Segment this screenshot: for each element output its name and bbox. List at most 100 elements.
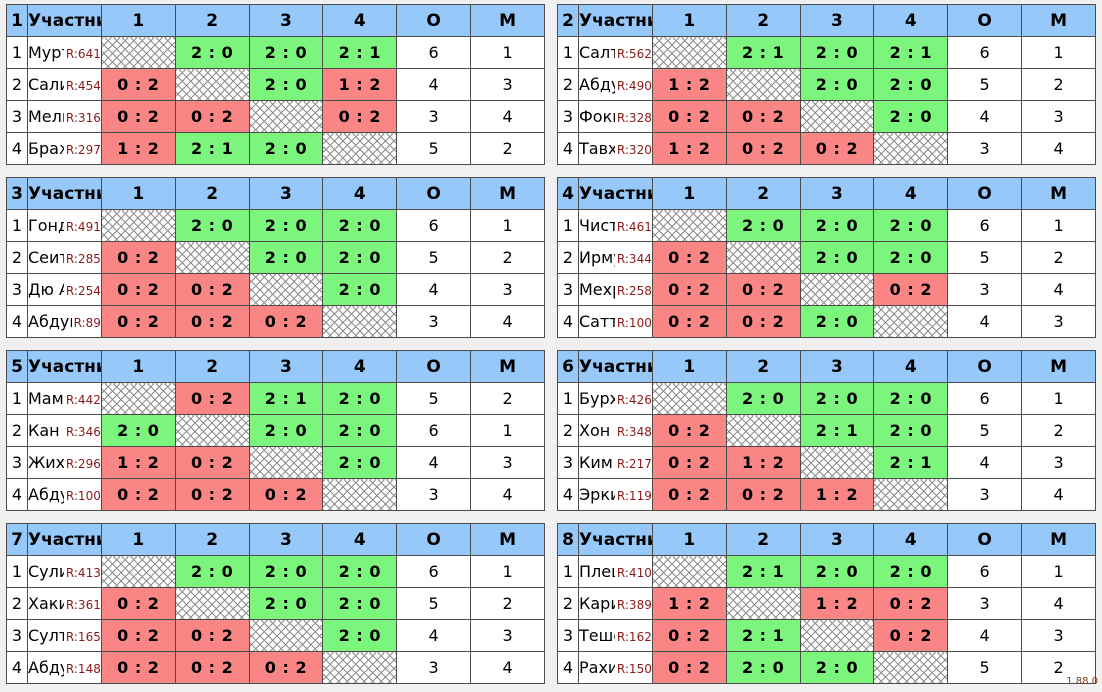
column-header-place[interactable]: М — [470, 4, 545, 37]
score-cell[interactable]: 0 : 2 — [174, 100, 250, 133]
score-cell-diagonal[interactable] — [174, 241, 250, 274]
table-row[interactable]: 1Муртаза МR:6412 : 02 : 02 : 161 — [6, 36, 545, 69]
table-row[interactable]: 2Ирмухамедов АR:3440 : 22 : 02 : 052 — [557, 241, 1096, 274]
score-cell[interactable]: 0 : 2 — [174, 478, 250, 511]
table-row[interactable]: 3Ким ВR:2170 : 21 : 22 : 143 — [557, 446, 1096, 479]
score-cell[interactable]: 2 : 0 — [873, 241, 949, 274]
participant-cell[interactable]: Плещаков ИR:410 — [578, 555, 653, 588]
column-header-participant[interactable]: Участник — [578, 350, 653, 383]
participant-cell[interactable]: Бурханов ТR:426 — [578, 382, 653, 415]
column-header-opponent-3[interactable]: 3 — [248, 523, 324, 556]
participant-cell[interactable]: Абдуллаев ТR:148 — [27, 651, 102, 684]
column-header-opponent-2[interactable]: 2 — [174, 350, 250, 383]
score-cell[interactable]: 2 : 0 — [799, 241, 875, 274]
score-cell[interactable]: 0 : 2 — [248, 651, 324, 684]
score-cell[interactable]: 2 : 0 — [799, 555, 875, 588]
column-header-opponent-4[interactable]: 4 — [322, 4, 398, 37]
participant-cell[interactable]: Жихарцев АR:296 — [27, 446, 102, 479]
table-row[interactable]: 1Салтыков ВR:5622 : 12 : 02 : 161 — [557, 36, 1096, 69]
score-cell[interactable]: 0 : 2 — [651, 478, 727, 511]
column-header-opponent-2[interactable]: 2 — [174, 523, 250, 556]
table-row[interactable]: 4Абдукаримов ЭR:890 : 20 : 20 : 234 — [6, 305, 545, 338]
score-cell[interactable]: 2 : 0 — [174, 36, 250, 69]
participant-cell[interactable]: Мамасадыков АR:442 — [27, 382, 102, 415]
score-cell[interactable]: 0 : 2 — [873, 619, 949, 652]
score-cell[interactable]: 2 : 0 — [322, 382, 398, 415]
score-cell[interactable]: 2 : 1 — [725, 619, 801, 652]
score-cell[interactable]: 0 : 2 — [100, 273, 176, 306]
participant-cell[interactable]: Ким ВR:217 — [578, 446, 653, 479]
table-row[interactable]: 4Абдуллаев ТR:1480 : 20 : 20 : 234 — [6, 651, 545, 684]
score-cell[interactable]: 0 : 2 — [651, 619, 727, 652]
score-cell[interactable]: 0 : 2 — [651, 273, 727, 306]
score-cell-diagonal[interactable] — [248, 273, 324, 306]
score-cell-diagonal[interactable] — [322, 478, 398, 511]
score-cell-diagonal[interactable] — [651, 36, 727, 69]
score-cell[interactable]: 2 : 0 — [248, 587, 324, 620]
table-row[interactable]: 1Бурханов ТR:4262 : 02 : 02 : 061 — [557, 382, 1096, 415]
score-cell[interactable]: 2 : 0 — [322, 587, 398, 620]
column-header-opponent-2[interactable]: 2 — [725, 350, 801, 383]
score-cell-diagonal[interactable] — [248, 100, 324, 133]
participant-cell[interactable]: Каримов ШR:389 — [578, 587, 653, 620]
column-header-place[interactable]: М — [1021, 4, 1096, 37]
table-row[interactable]: 2Сеитвили ХR:2850 : 22 : 02 : 052 — [6, 241, 545, 274]
table-row[interactable]: 2Хон ВR:3480 : 22 : 12 : 052 — [557, 414, 1096, 447]
participant-cell[interactable]: Абдукаримов ЭR:89 — [27, 305, 102, 338]
score-cell[interactable]: 2 : 0 — [799, 305, 875, 338]
participant-cell[interactable]: Чистяков АR:461 — [578, 209, 653, 242]
score-cell[interactable]: 2 : 1 — [725, 555, 801, 588]
participant-cell[interactable]: Бражников ВR:297 — [27, 132, 102, 165]
score-cell[interactable]: 0 : 2 — [100, 651, 176, 684]
score-cell-diagonal[interactable] — [725, 68, 801, 101]
participant-cell[interactable]: Эркинов СR:119 — [578, 478, 653, 511]
score-cell[interactable]: 0 : 2 — [873, 587, 949, 620]
column-header-participant[interactable]: Участник — [578, 177, 653, 210]
score-cell[interactable]: 0 : 2 — [174, 305, 250, 338]
table-row[interactable]: 2Абдувахидов ШR:4901 : 22 : 02 : 052 — [557, 68, 1096, 101]
participant-cell[interactable]: Сатторов НR:100 — [578, 305, 653, 338]
participant-cell[interactable]: Гондаренко ВR:491 — [27, 209, 102, 242]
score-cell[interactable]: 0 : 2 — [174, 273, 250, 306]
score-cell-diagonal[interactable] — [873, 478, 949, 511]
column-header-opponent-1[interactable]: 1 — [651, 523, 727, 556]
column-header-opponent-1[interactable]: 1 — [100, 350, 176, 383]
score-cell[interactable]: 0 : 2 — [651, 305, 727, 338]
participant-cell[interactable]: Фокин ИR:328 — [578, 100, 653, 133]
participant-cell[interactable]: Сеитвили ХR:285 — [27, 241, 102, 274]
score-cell[interactable]: 0 : 2 — [100, 619, 176, 652]
table-row[interactable]: 1Чистяков АR:4612 : 02 : 02 : 061 — [557, 209, 1096, 242]
column-header-participant[interactable]: Участник — [27, 523, 102, 556]
column-header-participant[interactable]: Участник — [27, 177, 102, 210]
column-header-opponent-2[interactable]: 2 — [725, 523, 801, 556]
score-cell[interactable]: 0 : 2 — [174, 619, 250, 652]
score-cell[interactable]: 2 : 0 — [248, 555, 324, 588]
column-header-opponent-3[interactable]: 3 — [799, 350, 875, 383]
score-cell[interactable]: 2 : 0 — [322, 619, 398, 652]
table-row[interactable]: 3Мехриддинов ДR:2580 : 20 : 20 : 234 — [557, 273, 1096, 306]
score-cell[interactable]: 1 : 2 — [322, 68, 398, 101]
column-header-opponent-4[interactable]: 4 — [873, 177, 949, 210]
score-cell[interactable]: 0 : 2 — [100, 241, 176, 274]
score-cell[interactable]: 1 : 2 — [100, 446, 176, 479]
participant-cell[interactable]: Абдуллаев ШR:100 — [27, 478, 102, 511]
column-header-points[interactable]: О — [947, 4, 1023, 37]
participant-cell[interactable]: Дю АR:254 — [27, 273, 102, 306]
score-cell[interactable]: 2 : 0 — [873, 382, 949, 415]
score-cell[interactable]: 2 : 0 — [322, 414, 398, 447]
table-row[interactable]: 3Фокин ИR:3280 : 20 : 22 : 043 — [557, 100, 1096, 133]
score-cell[interactable]: 2 : 0 — [725, 209, 801, 242]
score-cell[interactable]: 2 : 0 — [174, 209, 250, 242]
column-header-opponent-2[interactable]: 2 — [174, 4, 250, 37]
participant-cell[interactable]: Сулин ТR:413 — [27, 555, 102, 588]
table-row[interactable]: 4Сатторов НR:1000 : 20 : 22 : 043 — [557, 305, 1096, 338]
score-cell[interactable]: 1 : 2 — [799, 478, 875, 511]
column-header-opponent-1[interactable]: 1 — [100, 523, 176, 556]
column-header-opponent-4[interactable]: 4 — [873, 4, 949, 37]
participant-cell[interactable]: Салихов АR:454 — [27, 68, 102, 101]
table-row[interactable]: 4Тавхидов РR:3201 : 20 : 20 : 234 — [557, 132, 1096, 165]
score-cell[interactable]: 2 : 0 — [799, 382, 875, 415]
score-cell[interactable]: 1 : 2 — [725, 446, 801, 479]
score-cell-diagonal[interactable] — [100, 382, 176, 415]
column-header-points[interactable]: О — [396, 177, 472, 210]
